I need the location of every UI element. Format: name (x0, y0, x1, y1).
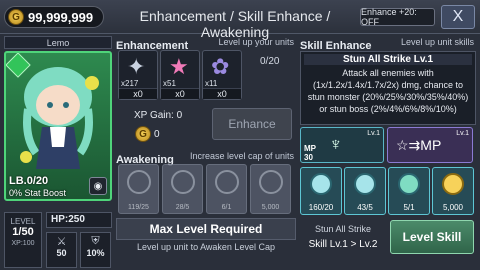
stone-count: x51 (163, 79, 176, 88)
pink-star-icon: ★ (169, 54, 189, 79)
gold-counter: G 99,999,999 (4, 6, 104, 28)
level-box: LEVEL 1/50 XP:100 (4, 212, 42, 268)
enhance-cost-value: 0 (154, 128, 160, 140)
skill-description: Attack all enemies with (1x/1.2x/1.4x/1.… (307, 68, 469, 114)
stone-slot[interactable]: ✦ x217 x0 (118, 50, 158, 100)
mp-cost: MP 30 (304, 144, 316, 162)
awakening-slots: 119/25 28/5 6/1 5,000 (118, 164, 291, 214)
hp-stat: HP:250 (46, 212, 112, 228)
close-button[interactable]: X (441, 5, 475, 29)
skill-cost: 5,000 (442, 203, 464, 212)
enhancement-count: 0/20 (260, 56, 280, 67)
awakening-count: 28/5 (175, 204, 190, 211)
enhance-button[interactable]: Enhance (212, 108, 292, 140)
awakening-slot[interactable]: 119/25 (118, 164, 159, 214)
awakening-slot[interactable]: 6/1 (206, 164, 247, 214)
awakening-subtitle: Increase level cap of units (189, 151, 294, 161)
moon-orb-icon (354, 173, 376, 195)
defense-stat: ⛨ 10% (80, 232, 111, 268)
xp-value: XP:100 (11, 240, 35, 247)
skill-name: Stun All Strike Lv.1 (304, 54, 472, 65)
skill-stun-all-strike[interactable]: MP 30 ♆ Lv.1 (300, 127, 384, 163)
character-portrait: LB.0/20 0% Stat Boost ◉ (4, 51, 112, 201)
skill-label: Stun All Strike (314, 224, 372, 234)
material-count: 5/1 (403, 203, 415, 212)
enhance-20-toggle[interactable]: Enhance +20: OFF (360, 7, 435, 27)
gold-amount: 99,999,999 (28, 9, 94, 25)
enhancement-subtitle: Level up your units (218, 37, 294, 47)
enhancement-panel: Enhancement Level up your units ✦ x217 x… (116, 36, 296, 268)
stone-count: x11 (205, 79, 218, 88)
gold-coin-icon: G (135, 126, 151, 142)
unit-icon (398, 173, 420, 195)
moon-icon (127, 170, 151, 194)
stat-boost: 0% Stat Boost (9, 188, 67, 198)
eye-icon[interactable]: ◉ (89, 177, 107, 195)
gold-coin-icon: G (8, 9, 24, 25)
skill-level: Lv.1 (367, 130, 380, 137)
awakening-section: Awakening Increase level cap of units 11… (116, 150, 296, 214)
skill-mp-boost[interactable]: ☆⇉MP Lv.1 (387, 127, 473, 163)
defense-value: 10% (86, 248, 105, 258)
stone-owned: x0 (119, 88, 157, 99)
skill-material-slot[interactable]: 5/1 (388, 167, 430, 215)
skill-panel: Skill Enhance Level up unit skills Stun … (300, 36, 476, 268)
skill-material-slot[interactable]: 43/5 (344, 167, 386, 215)
xp-gain: XP Gain: 0 (134, 110, 183, 121)
awaken-note: Level up unit to Awaken Level Cap (137, 242, 275, 252)
skill-description-box: Stun All Strike Lv.1 Attack all enemies … (300, 51, 476, 125)
stone-owned: x0 (203, 88, 241, 99)
attack-value: 50 (56, 248, 67, 258)
awakening-cost: 5,000 (261, 204, 280, 211)
awakening-count: 119/25 (128, 204, 149, 211)
moon-icon (310, 173, 332, 195)
material-count: 160/20 (308, 203, 334, 212)
level-value: 1/50 (12, 226, 34, 238)
skill-material-slots: 160/20 43/5 5/1 5,000 (300, 167, 474, 215)
limit-break: LB.0/20 (9, 175, 49, 187)
material-count: 43/5 (357, 203, 373, 212)
stone-count: x217 (121, 79, 139, 88)
skill-level-change: Skill Lv.1 > Lv.2 (308, 239, 378, 250)
stone-slot[interactable]: ★ x51 x0 (160, 50, 200, 100)
top-bar: G 99,999,999 Enhancement / Skill Enhance… (0, 0, 480, 40)
awakening-slot[interactable]: 5,000 (250, 164, 291, 214)
attack-stat: ⚔ 50 (46, 232, 77, 268)
skill-subtitle: Level up unit skills (400, 37, 474, 47)
stone-owned: x0 (161, 88, 199, 99)
deer-icon: ♆ (329, 134, 343, 154)
awakening-count: 6/1 (221, 204, 232, 211)
orb-icon (171, 170, 195, 194)
stone-slot[interactable]: ✿ x11 x0 (202, 50, 242, 100)
gold-coin-icon (442, 173, 464, 195)
enhancement-stones: ✦ x217 x0 ★ x51 x0 ✿ x11 x0 (118, 50, 242, 100)
level-skill-button[interactable]: Level Skill (390, 220, 474, 254)
fairy-icon: ✿ (211, 54, 230, 79)
awakening-slot[interactable]: 28/5 (162, 164, 203, 214)
sword-icon: ⚔ (56, 236, 67, 248)
character-name: Lemo (4, 36, 112, 49)
gold-coin-icon (259, 170, 283, 194)
skill-material-slot[interactable]: 160/20 (300, 167, 342, 215)
skill-icons: MP 30 ♆ Lv.1 ☆⇉MP Lv.1 (300, 127, 473, 163)
character-stats: LEVEL 1/50 XP:100 HP:250 ⚔ 50 ⛨ 10% (4, 212, 112, 268)
shield-icon: ⛨ (91, 235, 100, 247)
silver-star-icon: ✦ (127, 54, 146, 79)
mp-boost-icon: ☆⇉MP (396, 137, 442, 153)
character-art (20, 67, 99, 169)
enhance-cost: G 0 (132, 126, 160, 142)
level-label: LEVEL (10, 217, 36, 226)
crystal-icon (215, 170, 239, 194)
character-panel: Lemo LB.0/20 0% Stat Boost ◉ LEVEL 1/50 … (4, 36, 112, 268)
skill-material-slot[interactable]: 5,000 (432, 167, 474, 215)
max-level-required: Max Level Required (116, 218, 296, 240)
skill-level: Lv.1 (456, 130, 469, 137)
